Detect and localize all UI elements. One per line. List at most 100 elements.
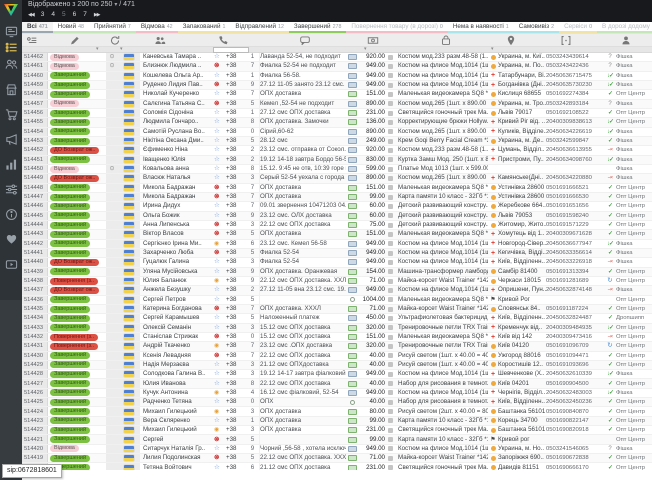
manager-column-icon[interactable] (621, 35, 632, 46)
table-row[interactable]: 514441ЗавершенийЗахарченко Люба⊗+385Фиал… (22, 249, 652, 258)
settings-sliders-icon[interactable] (0, 180, 22, 198)
money-column-icon[interactable] (368, 35, 379, 46)
donate-heart-icon[interactable] (0, 230, 22, 248)
refresh-column-icon[interactable] (110, 35, 121, 46)
carrier-icon: + (488, 128, 498, 136)
product-title: Костюм на флисе Мод.1014 (1ш... (398, 389, 488, 397)
tab-Всі[interactable]: Всі471 (22, 22, 53, 33)
table-row[interactable]: 514449ДО Возврат ож..Власюк Наталья☆+383… (22, 174, 652, 183)
table-row[interactable]: 514424ЗавершенийМихаил Гилецький◉+383ОПХ… (22, 407, 652, 416)
table-row[interactable]: 514451ЗавершенийІващенко Юлія☆+38219.12 … (22, 156, 652, 165)
table-row[interactable]: 514445ЗавершенийОльга Божик☆+38923.12 см… (22, 212, 652, 221)
manager-note: Фиалка 52-54 не подходит (260, 62, 346, 70)
cart-icon[interactable] (0, 105, 22, 123)
table-row[interactable]: 514452ДО Возврат ож..Єфименко Ніна☆+3822… (22, 146, 652, 155)
table-row[interactable]: 514430ЗавершенийКсенія Левадняя⊗+38722.1… (22, 352, 652, 361)
info-icon[interactable] (0, 205, 22, 223)
tracking-column-icon[interactable] (561, 35, 572, 46)
table-row[interactable]: 514454ЗавершенийСамотій Руслана Во..☆+38… (22, 128, 652, 137)
page-number[interactable]: 6 (73, 11, 77, 18)
table-row[interactable]: 514434ЗавершенийСергей Карамышев☆+385Нал… (22, 314, 652, 323)
table-row[interactable]: 514427ЗавершенийЮлия Иванова☆+38822.12 с… (22, 379, 652, 388)
table-row[interactable]: 514421ЗавершенийСергей⊗+38599.00Карта па… (22, 435, 652, 444)
manager-note: 22.12 смс ОПХ доставка. ХХХЛ (260, 454, 346, 462)
last-page-button[interactable]: ▶▶ (94, 12, 100, 18)
delivery-status-icon: ✓ (604, 202, 616, 210)
tab-Прийнятий[interactable]: Прийнятий7 (89, 22, 136, 33)
table-row[interactable]: 514457ВідмоваСалєгина Татьяна С..⊗+385Ке… (22, 100, 652, 109)
pagination-info[interactable]: Відображено з 200 по 250 ▾ / 471 (28, 1, 135, 8)
tab-Відправлений[interactable]: Відправлений12 (230, 22, 288, 33)
tab-Самовивіз[interactable]: Самовивіз2 (514, 22, 559, 33)
customers-icon[interactable] (0, 55, 22, 73)
table-row[interactable]: 514420ВідмоваСитарчук Наталія Гр..☆+389Ч… (22, 445, 652, 454)
table-row[interactable]: 514438Повернення (з..Юлия Баланюк◉+38922… (22, 277, 652, 286)
tab-Запакований[interactable]: Запакований1 (178, 22, 231, 33)
table-row[interactable]: 514418ЗавершенийТетяна Войтович☆+38621.1… (22, 463, 652, 470)
table-row[interactable]: 514429ЗавершенийНадія Мерзаєва☆+38321.12… (22, 361, 652, 370)
payment-icon (346, 454, 358, 462)
table-row[interactable]: 514458ЗавершенийНиколай Кучеренко☆+387ОП… (22, 90, 652, 99)
megaphone-icon[interactable] (0, 130, 22, 148)
location-column-icon[interactable] (506, 35, 517, 46)
stats-icon[interactable] (0, 155, 22, 173)
tab-Новий[interactable]: Новий48 (53, 22, 89, 33)
table-row[interactable]: 514462Відмова⊙Каневська Тамара ..☆+381Ла… (22, 53, 652, 62)
first-page-button[interactable]: ◀◀ (28, 12, 34, 18)
tab-В дорозі додому[interactable]: В дорозі додому0 (597, 22, 652, 33)
table-row[interactable]: 514450Відмова⊙Ковальова анна☆+38815.12. … (22, 165, 652, 174)
tab-Завершений[interactable]: Завершений278 (289, 22, 347, 33)
tab-count: 1 (506, 24, 509, 30)
table-row[interactable]: 514460ЗавершенийКошелева Ольга Ар..☆+381… (22, 72, 652, 81)
phone-column-icon[interactable] (218, 35, 229, 46)
carrier-icon: + (488, 240, 498, 248)
table-row[interactable]: 514433ЗавершенийОлексій Семанін☆+38315.1… (22, 324, 652, 333)
table-row[interactable]: 514461Відмова⊙Близнюк Людмила ..⊗+387Фиа… (22, 62, 652, 71)
page-number[interactable]: 4 (51, 11, 55, 18)
customers-column-icon[interactable] (155, 35, 166, 46)
status-cell: Завершений (48, 324, 106, 332)
table-row[interactable]: 514459ЗавершенийРуденко Лидия Пав..⊗+389… (22, 81, 652, 90)
shop-icon[interactable] (0, 80, 22, 98)
edit-column-icon[interactable] (70, 35, 81, 46)
table-row[interactable]: 514442ЗавершенийСергієнко Ірина Ми..◉+38… (22, 240, 652, 249)
table-row[interactable]: 514422ЗавершенийМихаил Гилецький◉+383ОПХ… (22, 426, 652, 435)
tab-Нема в наявності[interactable]: Нема в наявності1 (448, 22, 514, 33)
table-row[interactable]: 514447ЗавершенийМикола Бадражан⊗+387ОПХ … (22, 193, 652, 202)
table-row[interactable]: 514419ЗавершенийЛилия Подолинская⊗+38522… (22, 454, 652, 463)
table-row[interactable]: 514453ЗавершенийНікітіна Оксана Дми..☆+3… (22, 137, 652, 146)
video-icon[interactable] (0, 255, 22, 273)
product-icon (388, 286, 398, 294)
table-row[interactable]: 514426ЗавершенийКучук Антонина◉+38416.12… (22, 389, 652, 398)
status-cell: Завершений (48, 426, 106, 434)
app-logo-icon[interactable] (2, 1, 20, 19)
table-row[interactable]: 514448ЗавершенийМикола Бадражан⊗+387ОПХ … (22, 184, 652, 193)
table-row[interactable]: 514443ЗавершенийВіктор Власов⊗+385ОПХ до… (22, 230, 652, 239)
orders-list-icon[interactable] (0, 38, 22, 56)
table-row[interactable]: 514432Повернення (з..Станіслав Стрижак⊗+… (22, 333, 652, 342)
table-row[interactable]: 514446ЗавершенийИрина Дидух☆+38709.01 зв… (22, 202, 652, 211)
page-number[interactable]: 5 (62, 11, 66, 18)
table-row[interactable]: 514435ЗавершенийКатерина Богданова⊗+387О… (22, 305, 652, 314)
order-id: 514448 (22, 184, 48, 192)
table-row[interactable]: 514440ДО Возврат ож..Гуцалюк Галина☆+383… (22, 258, 652, 267)
table-row[interactable]: 514455ЗавершенийЛюдмила Гончаро..☆+388ОП… (22, 118, 652, 127)
page-number[interactable]: 7 (83, 11, 87, 18)
table-row[interactable]: 514439ЗавершенийУляна Мусійовська☆+389ОП… (22, 268, 652, 277)
tab-Сервіси[interactable]: Сервіси0 (559, 22, 597, 33)
comments-column-icon[interactable] (300, 35, 311, 46)
table-row[interactable]: 514444ЗавершенийАнна Липенська⊗+38322.12… (22, 221, 652, 230)
table-row[interactable]: 514428ЗавершенийСолодкова Галина В..☆+38… (22, 370, 652, 379)
table-row[interactable]: 514437ДО Возврат ож..Анжела Безушку☆+382… (22, 286, 652, 295)
table-row[interactable]: 514423ЗавершенийВера Скляренко☆+381ОПХ д… (22, 417, 652, 426)
status-column-icon[interactable] (27, 35, 38, 46)
tab-Відмова[interactable]: Відмова42 (136, 22, 178, 33)
tab-Повернення товару (в дорозі)[interactable]: Повернення товару (в дорозі)0 (346, 22, 447, 33)
table-row[interactable]: 514431Повернення (з..Андрій Ткаченко◉+38… (22, 342, 652, 351)
page-number[interactable]: 3 (41, 11, 45, 18)
table-row[interactable]: 514456ЗавершенийСоломія Сідоніна☆+38127.… (22, 109, 652, 118)
product-column-icon[interactable] (441, 35, 452, 46)
table-row[interactable]: 514425ЗавершенийРадченко Тетяна☆+380ОПХ4… (22, 398, 652, 407)
table-row[interactable]: 514436ЗавершенийСергей Петров☆+3851004.0… (22, 296, 652, 305)
carrier-icon: + (488, 72, 498, 80)
